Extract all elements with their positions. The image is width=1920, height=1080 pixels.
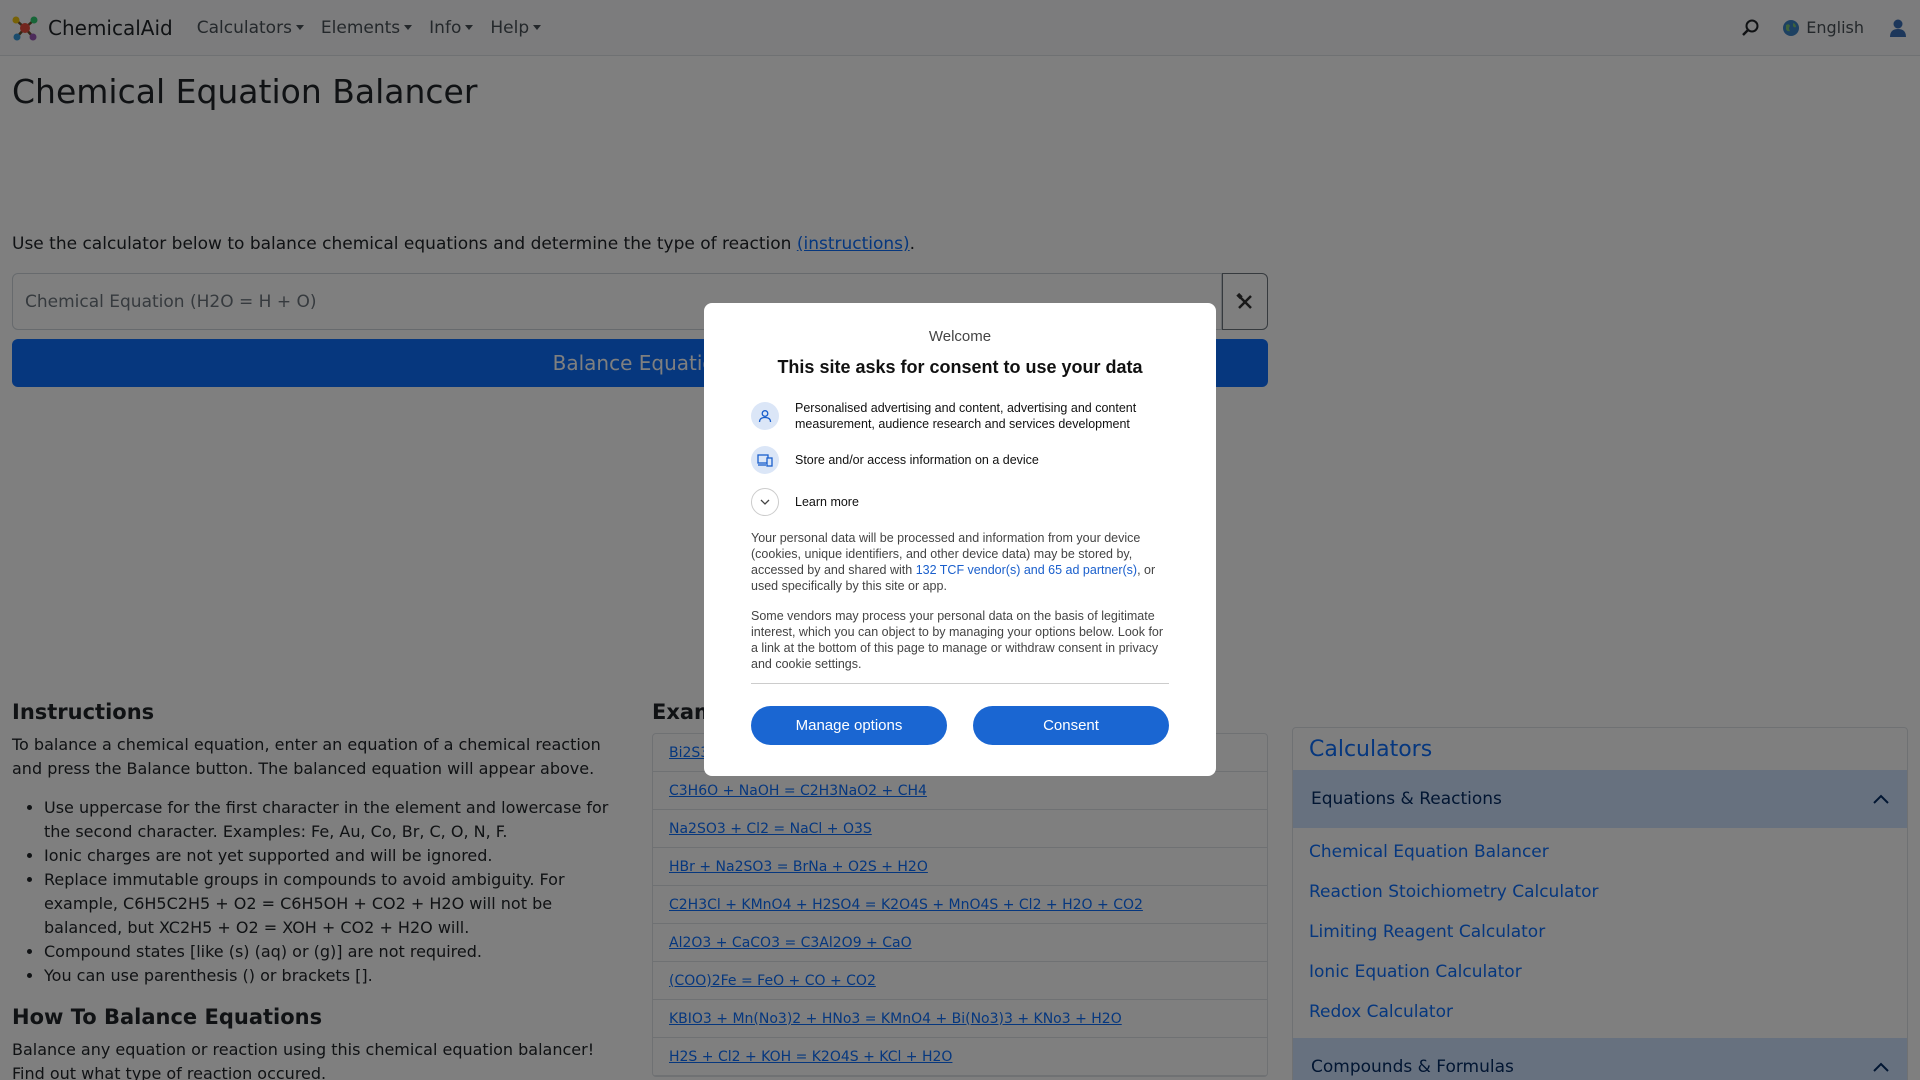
consent-purpose-advertising: Personalised advertising and content, ad… — [751, 400, 1169, 432]
person-icon — [751, 402, 779, 430]
consent-welcome: Welcome — [928, 328, 992, 345]
device-icon — [751, 446, 779, 474]
consent-button[interactable]: Consent — [973, 706, 1169, 745]
purpose-text: Store and/or access information on a dev… — [795, 453, 1039, 467]
consent-purpose-device: Store and/or access information on a dev… — [751, 446, 1169, 474]
consent-paragraph-vendors: Your personal data will be processed and… — [751, 530, 1169, 594]
learn-more-toggle[interactable]: Learn more — [751, 488, 1169, 516]
consent-title: This site asks for consent to use your d… — [777, 357, 1143, 377]
manage-options-button[interactable]: Manage options — [751, 706, 947, 745]
divider — [751, 683, 1169, 684]
consent-buttons: Manage options Consent — [751, 706, 1169, 745]
consent-paragraph-legitimate-interest: Some vendors may process your personal d… — [751, 609, 1164, 671]
purpose-text: Personalised advertising and content, ad… — [795, 401, 1137, 431]
consent-dialog: Welcome This site asks for consent to us… — [704, 303, 1216, 776]
vendors-link[interactable]: 132 TCF vendor(s) and 65 ad partner(s) — [916, 563, 1137, 577]
learn-more-label: Learn more — [795, 495, 859, 509]
chevron-down-icon — [751, 488, 779, 516]
